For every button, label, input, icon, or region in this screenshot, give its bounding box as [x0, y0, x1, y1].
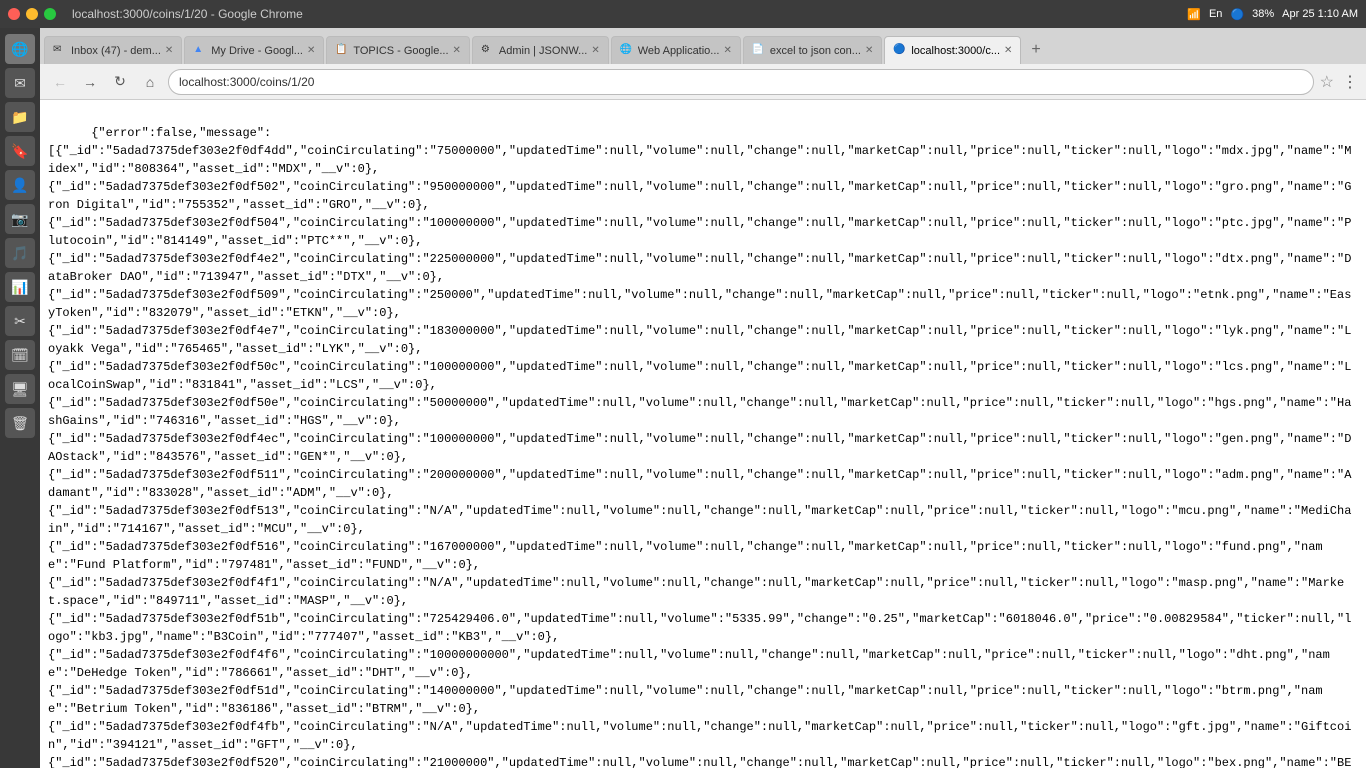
address-bar: ← → ↻ ⌂ ☆ ⋮	[40, 64, 1366, 100]
tab-admin[interactable]: ⚙ Admin | JSONW... ✕	[472, 36, 609, 64]
menu-icon[interactable]: ⋮	[1342, 72, 1358, 92]
json-content: {"error":false,"message": [{"_id":"5adad…	[48, 126, 1351, 768]
os-bluetooth: 🔵	[1230, 8, 1244, 21]
sidebar-icon-music[interactable]: 🎵	[5, 238, 35, 268]
tab-label-admin: Admin | JSONW...	[499, 45, 587, 57]
tab-label-drive: My Drive - Googl...	[211, 45, 303, 57]
bookmark-icon[interactable]: ☆	[1320, 72, 1334, 92]
sidebar-icon-bookmarks[interactable]: 🔖	[5, 136, 35, 166]
sidebar-icon-mail[interactable]: ✉	[5, 68, 35, 98]
tab-label-localhost: localhost:3000/c...	[911, 45, 1000, 57]
tab-topics[interactable]: 📋 TOPICS - Google... ✕	[326, 36, 470, 64]
forward-button[interactable]: →	[78, 70, 102, 94]
home-button[interactable]: ⌂	[138, 70, 162, 94]
tab-favicon-admin: ⚙	[481, 44, 495, 58]
new-tab-button[interactable]: +	[1023, 36, 1048, 64]
tab-gmail[interactable]: ✉ Inbox (47) - dem... ✕	[44, 36, 182, 64]
tab-webapp[interactable]: 🌐 Web Applicatio... ✕	[611, 36, 741, 64]
address-input[interactable]	[168, 69, 1314, 95]
tabs-bar: ✉ Inbox (47) - dem... ✕ ▲ My Drive - Goo…	[40, 28, 1366, 64]
page-content: {"error":false,"message": [{"_id":"5adad…	[40, 100, 1366, 768]
tab-favicon-drive: ▲	[193, 44, 207, 58]
tab-label-gmail: Inbox (47) - dem...	[71, 45, 161, 57]
sidebar-icon-edit[interactable]: ✂	[5, 306, 35, 336]
sidebar-icon-charts[interactable]: 📊	[5, 272, 35, 302]
tab-excel[interactable]: 📄 excel to json con... ✕	[743, 36, 883, 64]
os-time: Apr 25 1:10 AM	[1282, 8, 1358, 20]
sidebar-icon-camera[interactable]: 📷	[5, 204, 35, 234]
tab-drive[interactable]: ▲ My Drive - Googl... ✕	[184, 36, 324, 64]
browser-sidebar: 🌐 ✉ 📁 🔖 👤 📷 🎵 📊 ✂ 🗓 🖥 🗑	[0, 28, 40, 768]
os-battery: 38%	[1252, 8, 1274, 20]
sidebar-icon-files[interactable]: 📁	[5, 102, 35, 132]
tab-close-gmail[interactable]: ✕	[165, 45, 173, 56]
tab-label-webapp: Web Applicatio...	[638, 45, 720, 57]
tab-close-excel[interactable]: ✕	[865, 45, 873, 56]
tab-close-topics[interactable]: ✕	[453, 45, 461, 56]
back-button[interactable]: ←	[48, 70, 72, 94]
reload-button[interactable]: ↻	[108, 70, 132, 94]
sidebar-icon-browser[interactable]: 🌐	[5, 34, 35, 64]
tab-label-excel: excel to json con...	[770, 45, 861, 57]
tab-close-drive[interactable]: ✕	[307, 45, 315, 56]
tab-favicon-excel: 📄	[752, 44, 766, 58]
os-bar-right: 📶 En 🔵 38% Apr 25 1:10 AM	[1187, 8, 1358, 21]
tab-close-admin[interactable]: ✕	[591, 45, 599, 56]
tab-label-topics: TOPICS - Google...	[353, 45, 448, 57]
close-dot[interactable]	[8, 8, 20, 20]
sidebar-icon-trash[interactable]: 🗑	[5, 408, 35, 438]
main-browser: ✉ Inbox (47) - dem... ✕ ▲ My Drive - Goo…	[40, 28, 1366, 768]
sidebar-icon-user[interactable]: 👤	[5, 170, 35, 200]
os-icon-wifi: 📶	[1187, 8, 1201, 21]
tab-localhost[interactable]: 🔵 localhost:3000/c... ✕	[884, 36, 1021, 64]
sidebar-icon-calendar[interactable]: 🗓	[5, 340, 35, 370]
minimize-dot[interactable]	[26, 8, 38, 20]
tab-favicon-gmail: ✉	[53, 44, 67, 58]
tab-favicon-webapp: 🌐	[620, 44, 634, 58]
window-title: localhost:3000/coins/1/20 - Google Chrom…	[72, 7, 303, 21]
tab-favicon-localhost: 🔵	[893, 44, 907, 58]
tab-close-localhost[interactable]: ✕	[1004, 45, 1012, 56]
tab-favicon-topics: 📋	[335, 44, 349, 58]
tab-close-webapp[interactable]: ✕	[723, 45, 731, 56]
os-lang: En	[1209, 8, 1222, 20]
maximize-dot[interactable]	[44, 8, 56, 20]
sidebar-icon-desktop[interactable]: 🖥	[5, 374, 35, 404]
os-bar: localhost:3000/coins/1/20 - Google Chrom…	[0, 0, 1366, 28]
os-bar-left: localhost:3000/coins/1/20 - Google Chrom…	[8, 7, 303, 21]
